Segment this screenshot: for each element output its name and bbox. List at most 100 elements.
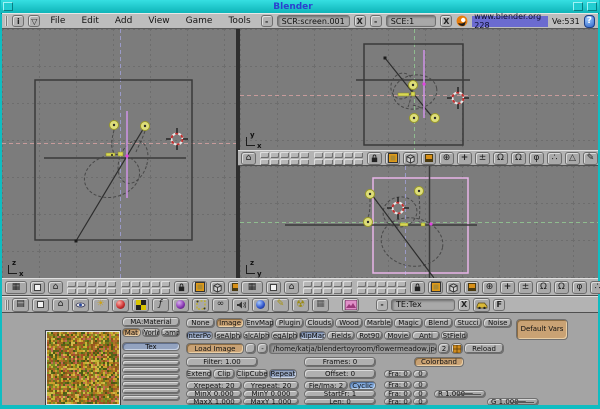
drawtype-button[interactable] xyxy=(446,281,461,294)
material-link-button[interactable]: MA:Material xyxy=(122,317,180,327)
layer-toggle[interactable] xyxy=(343,288,352,294)
layer-toggle[interactable] xyxy=(324,152,333,158)
miny-field[interactable]: MinY 0.000 xyxy=(243,390,299,398)
layer-toggle[interactable] xyxy=(290,152,299,158)
rotate-view-button[interactable]: ⊕ xyxy=(439,152,454,165)
viewport-front[interactable]: zx xyxy=(2,29,236,278)
particle-button[interactable]: ∴ xyxy=(547,152,562,165)
layer-toggle[interactable] xyxy=(161,288,170,294)
layer-toggle[interactable] xyxy=(121,288,130,294)
load-image-button[interactable]: Load Image xyxy=(186,343,244,354)
layer-toggle[interactable] xyxy=(107,281,116,287)
layer-toggle[interactable] xyxy=(151,288,160,294)
pack-image-button[interactable] xyxy=(451,343,463,354)
flag-usealpha[interactable]: UseAlpha xyxy=(214,331,241,340)
layer-toggle[interactable] xyxy=(97,281,106,287)
header-grip[interactable] xyxy=(5,16,8,26)
constraint-buttons-tab[interactable]: ∞ xyxy=(212,298,229,312)
proportional-sharp-button[interactable]: Ω xyxy=(511,152,526,165)
default-vars-button[interactable]: Default Vars xyxy=(516,319,568,340)
window-type-dropdown[interactable]: ▽ xyxy=(28,15,40,27)
layer-toggle[interactable] xyxy=(357,288,366,294)
yrepeat-field[interactable]: Yrepeat: 20 xyxy=(243,381,299,390)
layer-toggle[interactable] xyxy=(131,281,140,287)
fra-value-field[interactable]: 0 xyxy=(413,390,428,398)
layer-toggle[interactable] xyxy=(323,281,332,287)
layer-toggle[interactable] xyxy=(303,288,312,294)
layer-toggle[interactable] xyxy=(131,288,140,294)
proportional-sharp-button[interactable]: Ω xyxy=(554,281,569,294)
maxy-field[interactable]: MaxY 1.000 xyxy=(243,398,299,405)
type-envmap[interactable]: EnvMap xyxy=(245,318,274,328)
layer-toggle[interactable] xyxy=(334,152,343,158)
home-button[interactable]: ⌂ xyxy=(52,298,69,312)
translate-view-button[interactable]: + xyxy=(500,281,515,294)
fra-value-field[interactable]: 0 xyxy=(413,381,428,389)
type-stucci[interactable]: Stucci xyxy=(454,318,483,328)
realtime-buttons-tab[interactable] xyxy=(252,298,269,312)
flag-interpol[interactable]: InterPol xyxy=(186,331,213,340)
layer-toggle[interactable] xyxy=(300,152,309,158)
layer-toggle[interactable] xyxy=(151,281,160,287)
menu-tools[interactable]: Tools xyxy=(222,16,256,26)
drawtype-button[interactable] xyxy=(403,152,418,165)
startfr-field[interactable]: StartFr: 1 xyxy=(304,390,376,398)
flag-mipmap[interactable]: MipMap xyxy=(299,331,326,340)
auto-name-button[interactable] xyxy=(473,298,490,312)
layer-toggle[interactable] xyxy=(333,288,342,294)
fra-field[interactable]: Fra: 0 xyxy=(384,381,412,389)
frames-field[interactable]: Frames: 0 xyxy=(304,357,376,367)
lock-button[interactable] xyxy=(174,281,189,294)
material-buttons-tab[interactable] xyxy=(112,298,129,312)
menu-view[interactable]: View xyxy=(142,16,175,26)
layer-toggle[interactable] xyxy=(323,288,332,294)
fullscreen-button[interactable] xyxy=(30,281,45,294)
extend-button[interactable]: Extend xyxy=(186,369,212,379)
fullscreen-button[interactable] xyxy=(266,281,281,294)
clip-button[interactable]: Clip xyxy=(213,369,235,379)
home-button[interactable]: ⌂ xyxy=(48,281,63,294)
layer-toggle[interactable] xyxy=(97,288,106,294)
layer-toggle[interactable] xyxy=(67,288,76,294)
view-buttons-tab[interactable] xyxy=(72,298,89,312)
layer-toggle[interactable] xyxy=(87,281,96,287)
world-buttons-tab[interactable] xyxy=(172,298,189,312)
offset-field[interactable]: Offset: 0 xyxy=(304,369,376,379)
layer-toggle[interactable] xyxy=(333,281,342,287)
snap-button[interactable]: φ xyxy=(529,152,544,165)
layer-toggle[interactable] xyxy=(354,152,363,158)
pivot-button[interactable] xyxy=(421,152,436,165)
fie-ima-field[interactable]: Fie/Ima: 2 xyxy=(304,381,348,390)
layer-toggle[interactable] xyxy=(270,159,279,165)
script-buttons-tab[interactable]: ▦ xyxy=(312,298,329,312)
texture-channel-empty[interactable] xyxy=(122,395,180,401)
texture-browse-button[interactable]: - xyxy=(376,299,388,311)
fra-field[interactable]: Fra: 0 xyxy=(384,398,412,405)
texture-channel-empty[interactable] xyxy=(122,388,180,394)
fake-user-button[interactable]: F xyxy=(493,299,505,311)
image-select-button[interactable] xyxy=(342,298,359,312)
proportional-button[interactable]: Ω xyxy=(536,281,551,294)
image-minus-button[interactable]: - xyxy=(257,343,268,354)
screen-delete-button[interactable]: X xyxy=(354,15,366,27)
colorband-button[interactable]: Colorband xyxy=(414,357,464,367)
screen-name-field[interactable]: SCR:screen.001 xyxy=(277,15,350,27)
layer-toggle[interactable] xyxy=(324,159,333,165)
texture-channel-empty[interactable] xyxy=(122,360,180,366)
layer-toggle[interactable] xyxy=(303,281,312,287)
layer-toggle[interactable] xyxy=(290,159,299,165)
layer-toggle[interactable] xyxy=(377,288,386,294)
layer-toggle[interactable] xyxy=(300,159,309,165)
layer-toggle[interactable] xyxy=(357,281,366,287)
pivot-button[interactable] xyxy=(464,281,479,294)
layer-toggle[interactable] xyxy=(313,288,322,294)
menu-game[interactable]: Game xyxy=(180,16,219,26)
layer-toggle[interactable] xyxy=(77,281,86,287)
fra-field[interactable]: Fra: 0 xyxy=(384,370,412,378)
viewtype-button[interactable]: ▦ xyxy=(5,281,27,294)
drawtype-button[interactable] xyxy=(210,281,225,294)
image-browse-button[interactable] xyxy=(245,343,256,354)
tab-lamp[interactable]: Lamp xyxy=(161,328,180,337)
anim-buttons-tab[interactable]: ƒ xyxy=(152,298,169,312)
rotate-view-button[interactable]: ⊕ xyxy=(482,281,497,294)
